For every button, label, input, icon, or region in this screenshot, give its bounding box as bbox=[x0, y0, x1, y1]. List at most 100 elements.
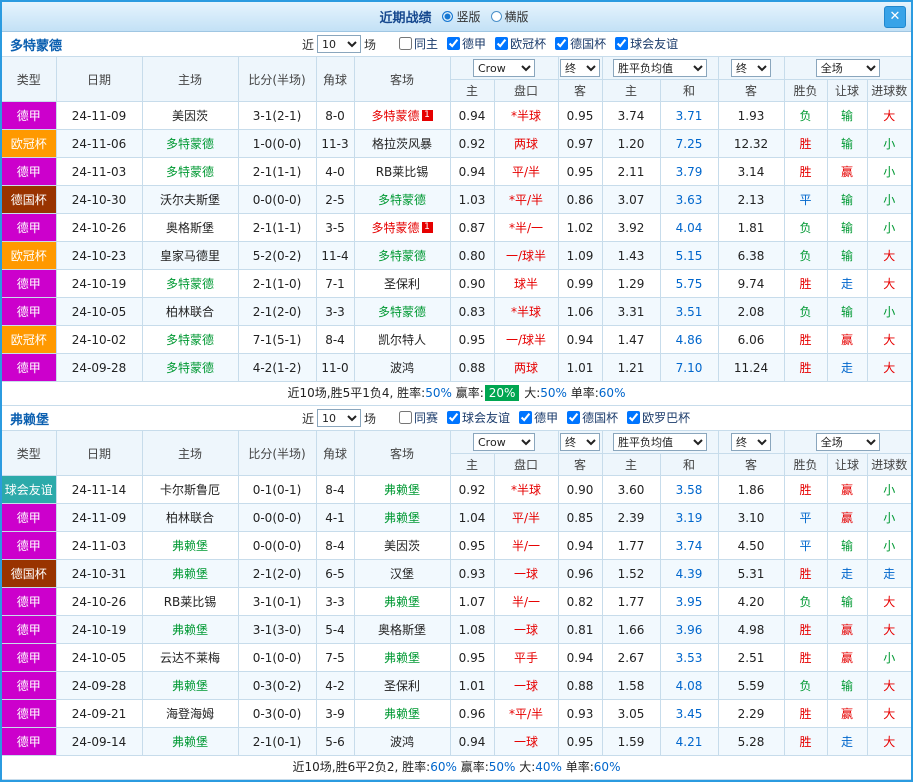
league-badge: 德甲 bbox=[2, 588, 56, 616]
near-label: 近 bbox=[302, 410, 314, 427]
away-team[interactable]: 多特蒙德1 bbox=[354, 102, 450, 130]
home-team[interactable]: 弗赖堡 bbox=[142, 532, 238, 560]
ah-away-odds: 0.96 bbox=[558, 560, 602, 588]
filter-checkbox-3[interactable]: 德国杯 bbox=[555, 35, 606, 52]
home-team[interactable]: 多特蒙德 bbox=[142, 326, 238, 354]
checkbox-icon[interactable] bbox=[399, 37, 412, 50]
home-team[interactable]: RB莱比锡 bbox=[142, 588, 238, 616]
scope-select[interactable]: 全场 bbox=[816, 433, 880, 451]
match-date: 24-10-19 bbox=[56, 616, 142, 644]
away-team[interactable]: 多特蒙德1 bbox=[354, 214, 450, 242]
home-team[interactable]: 多特蒙德 bbox=[142, 354, 238, 382]
filter-checkbox-1[interactable]: 德甲 bbox=[447, 35, 486, 52]
handicap-result: 赢 bbox=[827, 504, 867, 532]
home-team[interactable]: 多特蒙德 bbox=[142, 130, 238, 158]
europe-time-select[interactable]: 终 bbox=[731, 59, 771, 77]
away-team[interactable]: 弗赖堡 bbox=[354, 504, 450, 532]
filter-checkbox-0[interactable]: 同主 bbox=[399, 35, 438, 52]
filter-checkbox-0[interactable]: 同赛 bbox=[399, 409, 438, 426]
checkbox-icon[interactable] bbox=[495, 37, 508, 50]
away-team[interactable]: 弗赖堡 bbox=[354, 476, 450, 504]
ah-away-odds: 0.97 bbox=[558, 130, 602, 158]
scope-select[interactable]: 全场 bbox=[816, 59, 880, 77]
home-team[interactable]: 皇家马德里 bbox=[142, 242, 238, 270]
ah-away-odds: 0.95 bbox=[558, 728, 602, 756]
ah-home-odds: 1.01 bbox=[450, 672, 494, 700]
away-team[interactable]: 弗赖堡 bbox=[354, 644, 450, 672]
home-team[interactable]: 柏林联合 bbox=[142, 504, 238, 532]
away-team[interactable]: 格拉茨风暴 bbox=[354, 130, 450, 158]
filter-checkbox-3[interactable]: 德国杯 bbox=[567, 409, 618, 426]
games-label: 场 bbox=[364, 36, 376, 53]
eu-home-odds: 2.39 bbox=[602, 504, 660, 532]
away-team[interactable]: RB莱比锡 bbox=[354, 158, 450, 186]
away-team[interactable]: 弗赖堡 bbox=[354, 588, 450, 616]
europe-odds-select[interactable]: 胜平负均值 bbox=[613, 59, 707, 77]
home-team[interactable]: 奥格斯堡 bbox=[142, 214, 238, 242]
europe-time-select[interactable]: 终 bbox=[731, 433, 771, 451]
checkbox-icon[interactable] bbox=[627, 411, 640, 424]
red-card-badge: 1 bbox=[422, 110, 433, 121]
away-team[interactable]: 奥格斯堡 bbox=[354, 616, 450, 644]
ah-home-odds: 0.94 bbox=[450, 158, 494, 186]
checkbox-icon[interactable] bbox=[447, 411, 460, 424]
away-team[interactable]: 凯尔特人 bbox=[354, 326, 450, 354]
home-team[interactable]: 海登海姆 bbox=[142, 700, 238, 728]
away-team[interactable]: 圣保利 bbox=[354, 270, 450, 298]
away-team[interactable]: 波鸿 bbox=[354, 728, 450, 756]
home-team[interactable]: 弗赖堡 bbox=[142, 728, 238, 756]
home-team[interactable]: 多特蒙德 bbox=[142, 158, 238, 186]
handicap-result: 赢 bbox=[827, 476, 867, 504]
games-count-select[interactable]: 10 bbox=[317, 35, 361, 53]
home-team[interactable]: 多特蒙德 bbox=[142, 270, 238, 298]
filter-checkbox-4[interactable]: 球会友谊 bbox=[615, 35, 678, 52]
checkbox-icon[interactable] bbox=[399, 411, 412, 424]
checkbox-icon[interactable] bbox=[519, 411, 532, 424]
layout-radio-horizontal-label: 横版 bbox=[505, 8, 529, 25]
filter-checkbox-1[interactable]: 球会友谊 bbox=[447, 409, 510, 426]
odds-company-select[interactable]: Crow bbox=[473, 59, 535, 77]
ah-away-odds: 0.95 bbox=[558, 158, 602, 186]
filter-checkbox-4[interactable]: 欧罗巴杯 bbox=[627, 409, 690, 426]
match-row: 德甲24-10-05云达不莱梅0-1(0-0)7-5弗赖堡0.95平手0.942… bbox=[2, 644, 911, 672]
home-team[interactable]: 沃尔夫斯堡 bbox=[142, 186, 238, 214]
away-team[interactable]: 美因茨 bbox=[354, 532, 450, 560]
filter-checkbox-label: 同主 bbox=[414, 35, 438, 52]
layout-radio-horizontal[interactable]: 横版 bbox=[491, 8, 529, 25]
away-team[interactable]: 多特蒙德 bbox=[354, 186, 450, 214]
col-header-ah-home: 主 bbox=[450, 80, 494, 102]
home-team[interactable]: 柏林联合 bbox=[142, 298, 238, 326]
match-date: 24-09-14 bbox=[56, 728, 142, 756]
away-team[interactable]: 弗赖堡 bbox=[354, 700, 450, 728]
ah-away-odds: 1.06 bbox=[558, 298, 602, 326]
checkbox-icon[interactable] bbox=[447, 37, 460, 50]
handicap-result: 输 bbox=[827, 214, 867, 242]
away-team[interactable]: 汉堡 bbox=[354, 560, 450, 588]
odds-company-select[interactable]: Crow bbox=[473, 433, 535, 451]
layout-radio-vertical[interactable]: 竖版 bbox=[442, 8, 480, 25]
home-team[interactable]: 弗赖堡 bbox=[142, 616, 238, 644]
home-team[interactable]: 美因茨 bbox=[142, 102, 238, 130]
europe-odds-select[interactable]: 胜平负均值 bbox=[613, 433, 707, 451]
away-team[interactable]: 圣保利 bbox=[354, 672, 450, 700]
checkbox-icon[interactable] bbox=[567, 411, 580, 424]
checkbox-icon[interactable] bbox=[555, 37, 568, 50]
checkbox-icon[interactable] bbox=[615, 37, 628, 50]
ah-time-select[interactable]: 终 bbox=[560, 433, 600, 451]
home-team[interactable]: 卡尔斯鲁厄 bbox=[142, 476, 238, 504]
ah-line: 一/球半 bbox=[494, 326, 558, 354]
away-team[interactable]: 多特蒙德 bbox=[354, 298, 450, 326]
home-team[interactable]: 弗赖堡 bbox=[142, 560, 238, 588]
section-freiburg: 弗赖堡 近 10 场 同赛球会友谊德甲德国杯欧罗巴杯 类型 日期 主场 bbox=[2, 406, 911, 780]
filter-checkbox-2[interactable]: 欧冠杯 bbox=[495, 35, 546, 52]
home-team[interactable]: 云达不莱梅 bbox=[142, 644, 238, 672]
close-icon[interactable]: ✕ bbox=[884, 6, 906, 28]
filter-checkbox-2[interactable]: 德甲 bbox=[519, 409, 558, 426]
away-team[interactable]: 多特蒙德 bbox=[354, 242, 450, 270]
result: 胜 bbox=[784, 354, 827, 382]
match-date: 24-09-28 bbox=[56, 672, 142, 700]
away-team[interactable]: 波鸿 bbox=[354, 354, 450, 382]
games-count-select[interactable]: 10 bbox=[317, 409, 361, 427]
home-team[interactable]: 弗赖堡 bbox=[142, 672, 238, 700]
ah-time-select[interactable]: 终 bbox=[560, 59, 600, 77]
